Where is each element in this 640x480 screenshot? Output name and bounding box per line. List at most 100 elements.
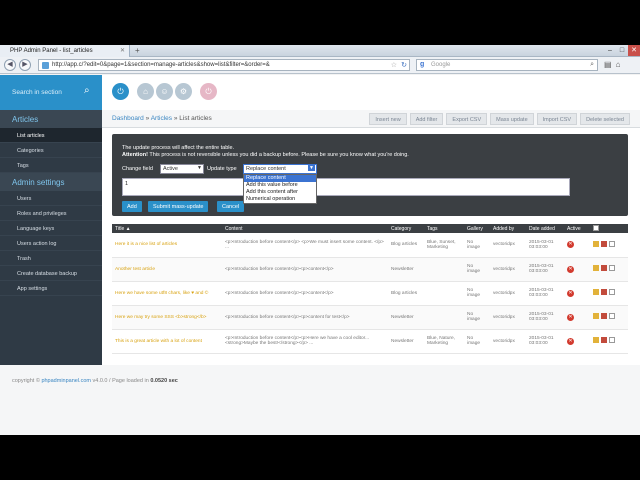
cell-title[interactable]: This is a great article with a lot of co… [112,329,222,354]
cancel-button[interactable]: Cancel [217,201,245,212]
import-csv-button[interactable]: Import CSV [536,113,578,125]
inactive-x-icon[interactable]: ✕ [567,289,574,297]
update-type-select[interactable]: Replace content ▼ [243,164,317,174]
search-icon[interactable]: ⌕ [84,85,90,96]
sidebar-item-app-settings[interactable]: App settings [0,281,102,296]
sidebar-item-tags[interactable]: Tags [0,158,102,173]
row-checkbox[interactable] [609,313,615,319]
mass-update-button[interactable]: Mass update [490,113,534,125]
sidebar-item-action-log[interactable]: Users action log [0,236,102,251]
cell-actions [590,257,628,282]
cell-title[interactable]: Here we may try some SSS <b>strong</b> [112,305,222,330]
option-add-after[interactable]: Add this content after [244,189,316,196]
row-checkbox[interactable] [609,240,615,247]
sidebar-item-db-backup[interactable]: Create database backup [0,266,102,281]
table-row[interactable]: Here we have some utf8 chars, like ♥ and… [112,281,628,306]
sidebar-search-input[interactable]: Search in section [12,89,62,96]
col-tags[interactable]: Tags [424,224,464,233]
inactive-x-icon[interactable]: ✕ [567,313,574,321]
delete-icon[interactable] [601,240,607,247]
back-icon[interactable]: ◀ [4,59,16,71]
inactive-x-icon[interactable]: ✕ [567,265,574,273]
sidebar-item-roles[interactable]: Roles and privileges [0,206,102,221]
reload-icon[interactable]: ↻ [401,61,407,69]
table-row[interactable]: Here we may try some SSS <b>strong</b> <p… [112,305,628,330]
cell-title[interactable]: Here it is a nice list of articles [112,233,222,258]
footer-link[interactable]: phpadminpanel.com [41,378,91,384]
table-row[interactable]: This is a great article with a lot of co… [112,329,628,354]
sidebar-item-users[interactable]: Users [0,191,102,206]
inactive-x-icon[interactable]: ✕ [567,337,574,345]
row-checkbox[interactable] [609,289,615,295]
close-tab-icon[interactable]: ✕ [120,47,125,54]
delete-icon[interactable] [601,337,607,343]
cell-active: ✕ [564,233,590,258]
col-category[interactable]: Category [388,224,424,233]
sidebar-item-trash[interactable]: Trash [0,251,102,266]
settings-icon[interactable]: ⚙ [175,83,192,100]
delete-selected-button[interactable]: Delete selected [580,113,630,125]
edit-icon[interactable] [593,289,599,295]
cell-tags [424,305,464,330]
delete-icon[interactable] [601,289,607,295]
cell-title[interactable]: Here we have some utf8 chars, like ♥ and… [112,281,222,306]
sidebar-search[interactable]: Search in section ⌕ [0,75,102,110]
select-all-checkbox[interactable] [593,224,599,231]
col-content[interactable]: Content [222,224,388,233]
user-icon[interactable]: ☺ [156,83,173,100]
page-load-time: 0.0520 sec [150,378,178,384]
cell-category: Blog articles [388,233,424,258]
cell-added-by: vectoridpx [490,305,526,330]
search-engine-box[interactable]: g Google ⌕ [416,59,598,71]
cell-title[interactable]: Another test article [112,257,222,282]
col-added-by[interactable]: Added by [490,224,526,233]
power-icon[interactable]: ⏻ [112,83,129,100]
breadcrumb-dashboard[interactable]: Dashboard [112,115,144,122]
row-checkbox[interactable] [609,265,615,271]
new-tab-icon[interactable]: + [135,46,140,55]
table-row[interactable]: Here it is a nice list of articles <p>Int… [112,233,628,258]
home-icon[interactable]: ⌂ [616,60,621,69]
edit-icon[interactable] [593,337,599,343]
maximize-icon[interactable]: □ [616,45,628,56]
edit-icon[interactable] [593,313,599,319]
change-field-select[interactable]: Active ▼ [160,164,204,174]
export-csv-button[interactable]: Export CSV [446,113,488,125]
delete-icon[interactable] [601,313,607,319]
forward-icon[interactable]: ▶ [19,59,31,71]
col-title[interactable]: Title ▲ [112,224,222,233]
close-window-icon[interactable]: ✕ [628,45,640,56]
add-filter-button[interactable]: Add filter [409,113,444,125]
bookmark-star-icon[interactable]: ☆ [391,61,397,69]
sidebar-item-language-keys[interactable]: Language keys [0,221,102,236]
add-button[interactable]: Add [122,201,142,212]
insert-new-button[interactable]: Insert new [369,113,407,125]
breadcrumb-articles[interactable]: Articles [151,115,172,122]
sidebar-item-categories[interactable]: Categories [0,143,102,158]
option-replace-content[interactable]: Replace content [244,175,316,182]
col-date-added[interactable]: Date added [526,224,564,233]
page-menu-icon[interactable]: ▤ [604,60,612,69]
cell-active: ✕ [564,305,590,330]
col-gallery[interactable]: Gallery [464,224,490,233]
cell-category: Blog articles [388,281,424,306]
row-checkbox[interactable] [609,337,615,343]
option-add-before[interactable]: Add this value before [244,182,316,189]
url-bar[interactable]: http://app.c/?edit=0&page=1&section=mana… [38,59,410,71]
edit-icon[interactable] [593,265,599,271]
logout-icon[interactable]: ⏻ [200,83,217,100]
table-row[interactable]: Another test article <p>Introduction befo… [112,257,628,282]
delete-icon[interactable] [601,265,607,271]
submit-mass-update-button[interactable]: Submit mass-update [148,201,209,212]
sidebar-item-list-articles[interactable]: List articles [0,128,102,143]
minimize-icon[interactable]: – [604,45,616,56]
browser-tab[interactable]: PHP Admin Panel - list_articles ✕ [0,45,130,57]
cell-category: Newsletter [388,305,424,330]
update-value-textarea[interactable]: 1 [122,178,570,196]
edit-icon[interactable] [593,240,599,247]
option-numerical[interactable]: Numerical operation [244,196,316,203]
inactive-x-icon[interactable]: ✕ [567,241,574,249]
search-icon[interactable]: ⌕ [590,61,594,69]
home-icon[interactable]: ⌂ [137,83,154,100]
col-active[interactable]: Active [564,224,590,233]
